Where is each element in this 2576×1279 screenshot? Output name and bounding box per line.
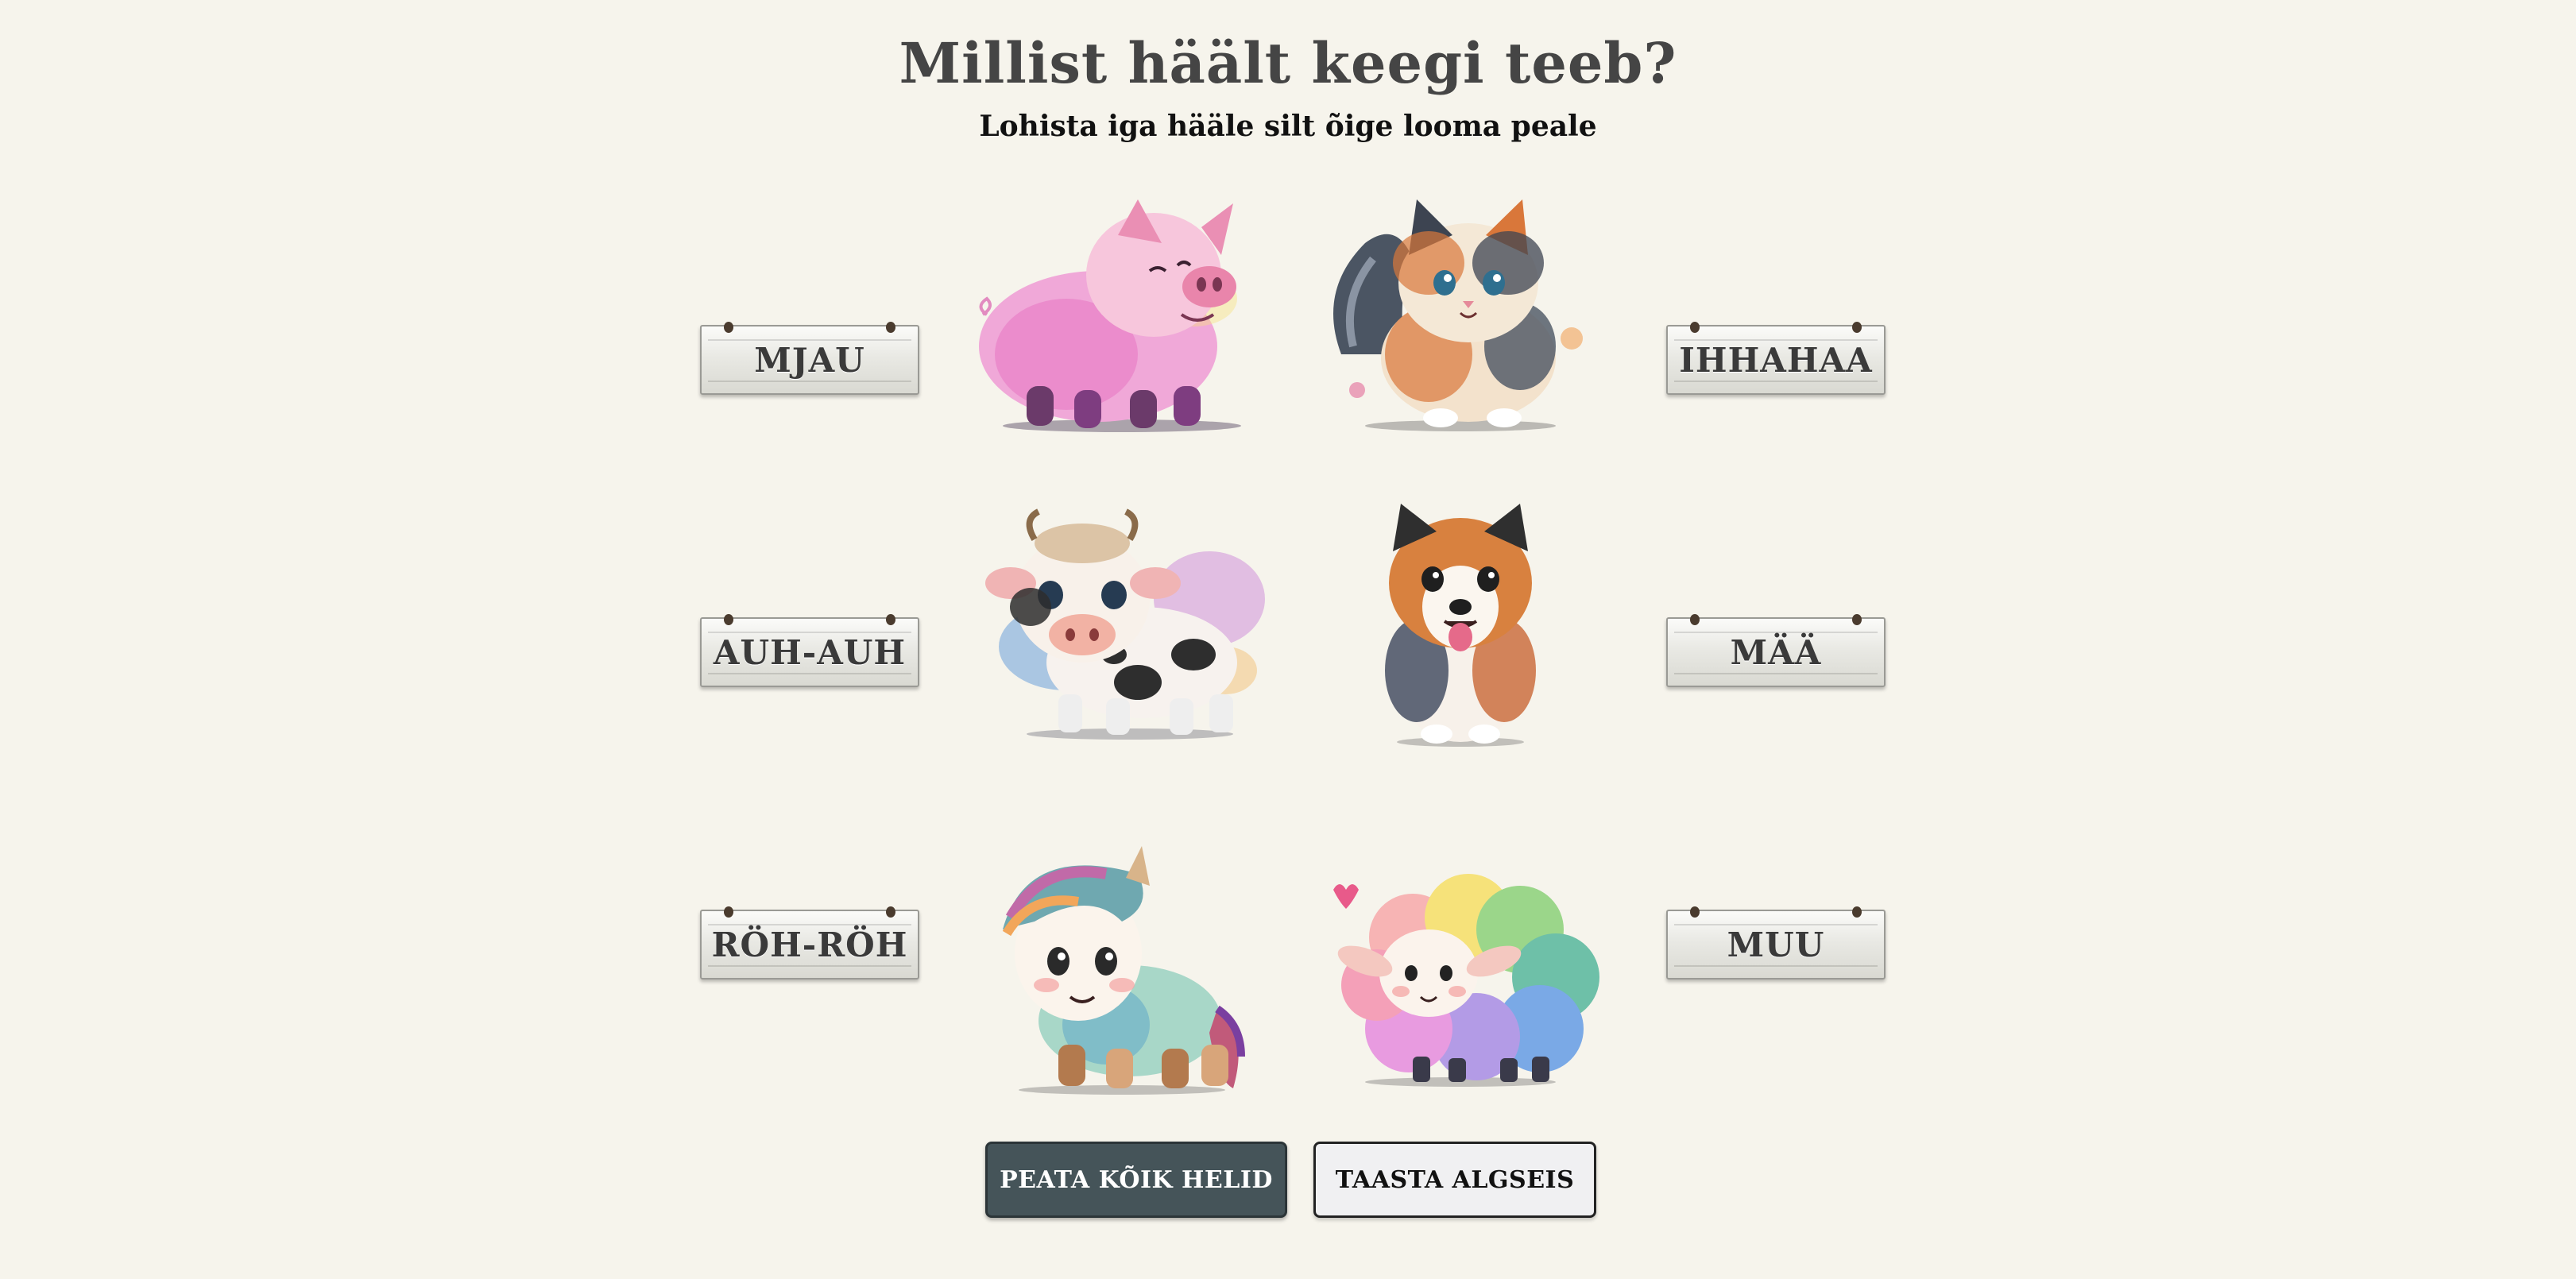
horse-drop-target[interactable] — [971, 842, 1273, 1096]
reset-button[interactable]: TAASTA ALGSEIS — [1313, 1142, 1596, 1218]
sound-sign-maa[interactable]: MÄÄ — [1666, 614, 1886, 687]
sound-sign-muu[interactable]: MUU — [1666, 906, 1886, 980]
sound-sign-roh-roh[interactable]: RÖH-RÖH — [700, 906, 919, 980]
sound-sign-label: RÖH-RÖH — [711, 925, 908, 964]
sheep-drop-target[interactable] — [1309, 842, 1611, 1096]
sound-sign-label: AUH-AUH — [713, 632, 907, 672]
cow-drop-target[interactable] — [971, 496, 1273, 750]
sound-sign-label: MÄÄ — [1730, 632, 1822, 672]
page-title: Millist häält keegi teeb? — [899, 30, 1677, 96]
cat-drop-target[interactable] — [1309, 187, 1611, 442]
pig-drop-target[interactable] — [971, 187, 1273, 442]
sound-sign-label: MJAU — [754, 340, 865, 380]
dog-drop-target[interactable] — [1309, 496, 1611, 750]
sound-sign-label: MUU — [1727, 925, 1825, 964]
sound-sign-mjau[interactable]: MJAU — [700, 322, 919, 395]
sound-sign-auh-auh[interactable]: AUH-AUH — [700, 614, 919, 687]
sound-sign-label: IHHAHAA — [1679, 340, 1873, 380]
page-subtitle: Lohista iga hääle silt õige looma peale — [979, 110, 1597, 143]
stop-all-sounds-button[interactable]: PEATA KÕIK HELID — [985, 1142, 1287, 1218]
sound-sign-ihhahaa[interactable]: IHHAHAA — [1666, 322, 1886, 395]
